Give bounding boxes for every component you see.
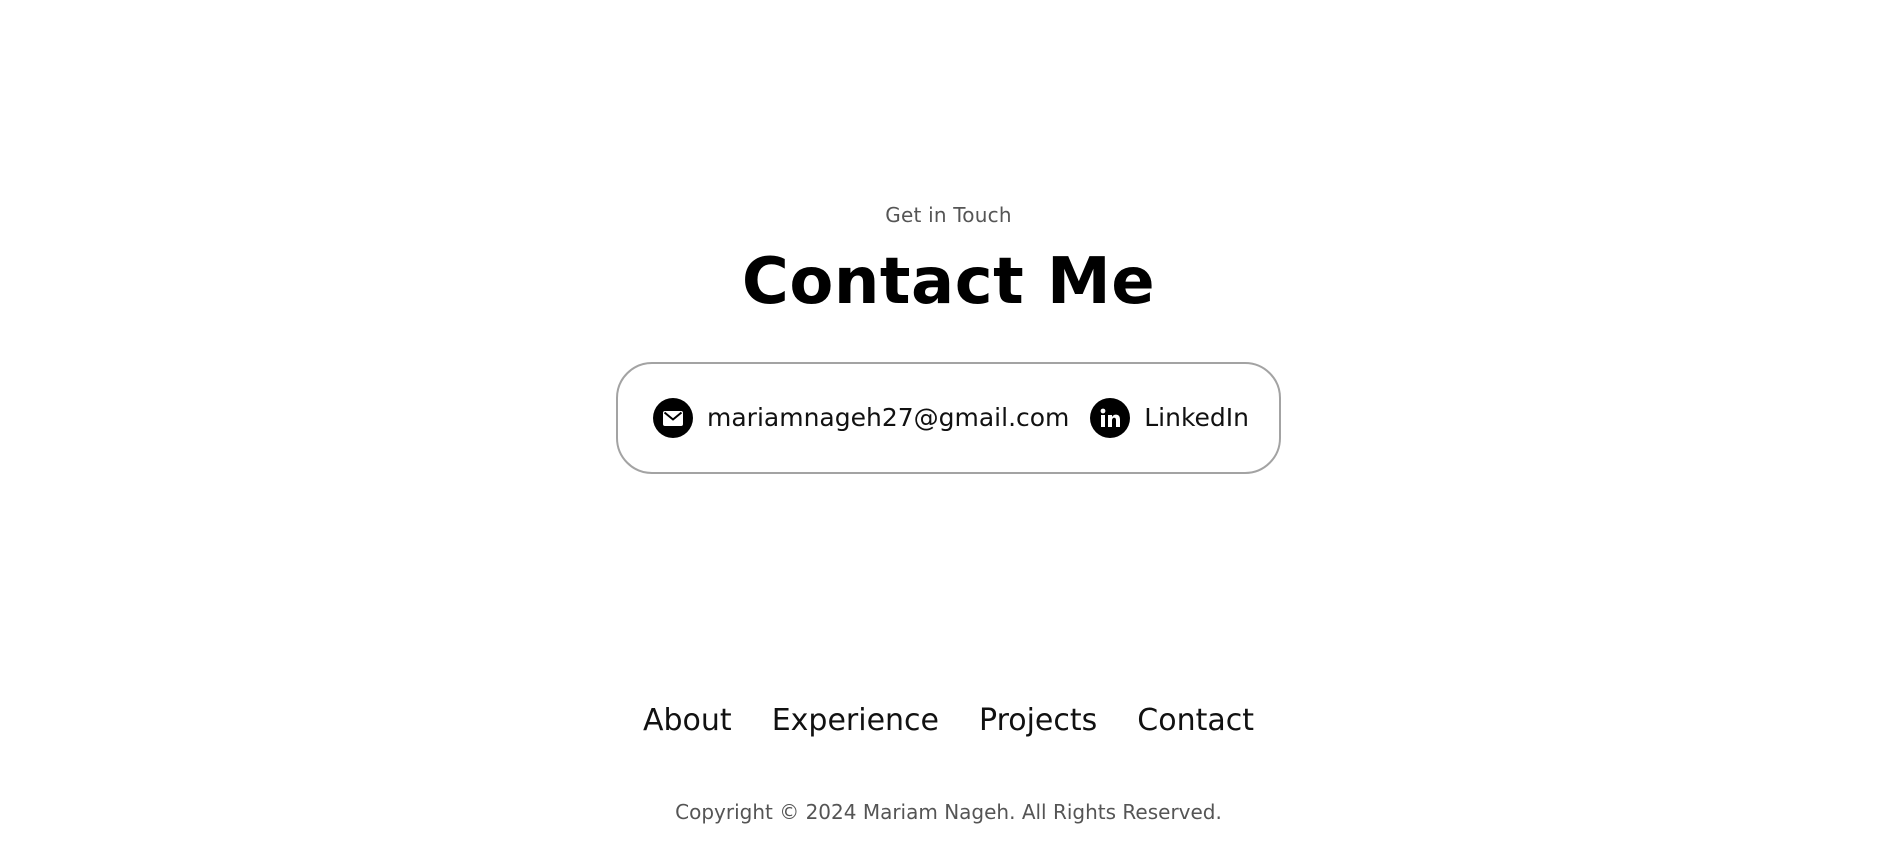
section-eyebrow: Get in Touch	[885, 203, 1012, 227]
nav-link-projects[interactable]: Projects	[979, 700, 1097, 742]
email-link[interactable]: mariamnageh27@gmail.com	[653, 398, 1069, 438]
footer-nav: About Experience Projects Contact	[0, 700, 1897, 742]
linkedin-icon	[1090, 398, 1131, 438]
contact-info-container: mariamnageh27@gmail.com LinkedIn	[616, 362, 1281, 474]
page-title: Contact Me	[741, 245, 1156, 319]
nav-link-about[interactable]: About	[643, 700, 732, 742]
email-address: mariamnageh27@gmail.com	[707, 403, 1070, 432]
nav-link-contact[interactable]: Contact	[1137, 700, 1254, 742]
copyright-text: Copyright © 2024 Mariam Nageh. All Right…	[675, 800, 1222, 824]
nav-link-experience[interactable]: Experience	[772, 700, 939, 742]
envelope-icon	[653, 398, 693, 438]
linkedin-label: LinkedIn	[1144, 403, 1249, 432]
contact-section: Get in Touch Contact Me mariamnageh27@gm…	[0, 200, 1897, 474]
linkedin-link[interactable]: LinkedIn	[1090, 398, 1249, 438]
